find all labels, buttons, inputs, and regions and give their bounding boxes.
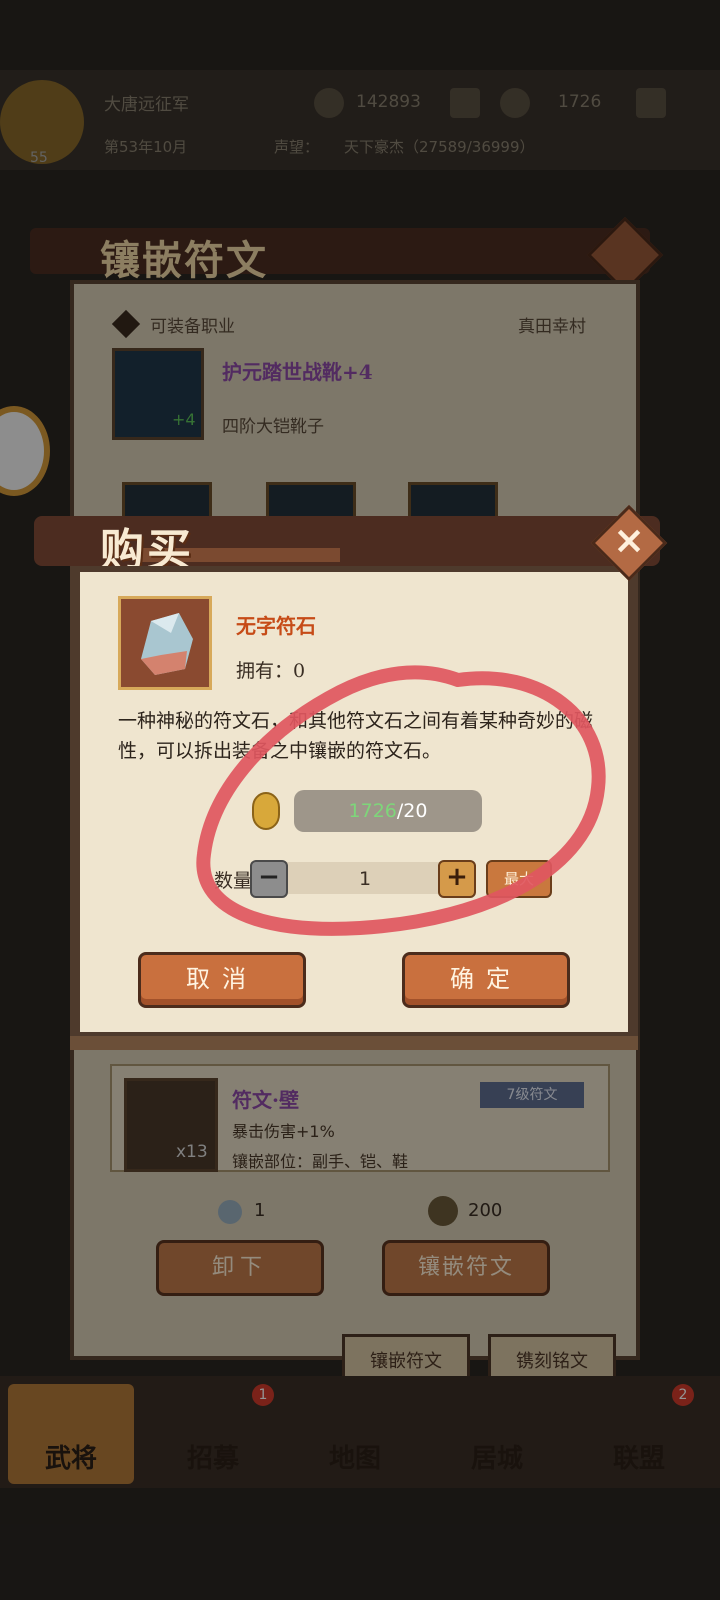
item-description: 一种神秘的符文石，和其他符文石之间有着某种奇妙的磁性，可以拆出装备之中镶嵌的符文…	[118, 710, 594, 762]
rune-stone-item-frame	[118, 596, 212, 690]
quantity-label: 数量	[214, 870, 253, 892]
close-icon: ×	[613, 518, 645, 562]
dialog-bottom-border	[70, 1036, 638, 1050]
cancel-button[interactable]: 取消	[138, 952, 306, 1008]
price-cost: 20	[403, 800, 428, 822]
price-display: 1726/20	[294, 790, 482, 832]
item-name: 无字符石	[236, 614, 316, 638]
quantity-max-button[interactable]: 最大	[486, 860, 552, 898]
confirm-button[interactable]: 确定	[402, 952, 570, 1008]
quantity-minus-button[interactable]: −	[250, 860, 288, 898]
price-owned: 1726	[348, 800, 397, 822]
quantity-value[interactable]: 1	[340, 868, 390, 890]
gold-coin-icon	[252, 792, 280, 830]
owned-count: 拥有：0	[236, 660, 306, 682]
quantity-plus-button[interactable]: +	[438, 860, 476, 898]
rune-stone-icon	[141, 613, 193, 675]
